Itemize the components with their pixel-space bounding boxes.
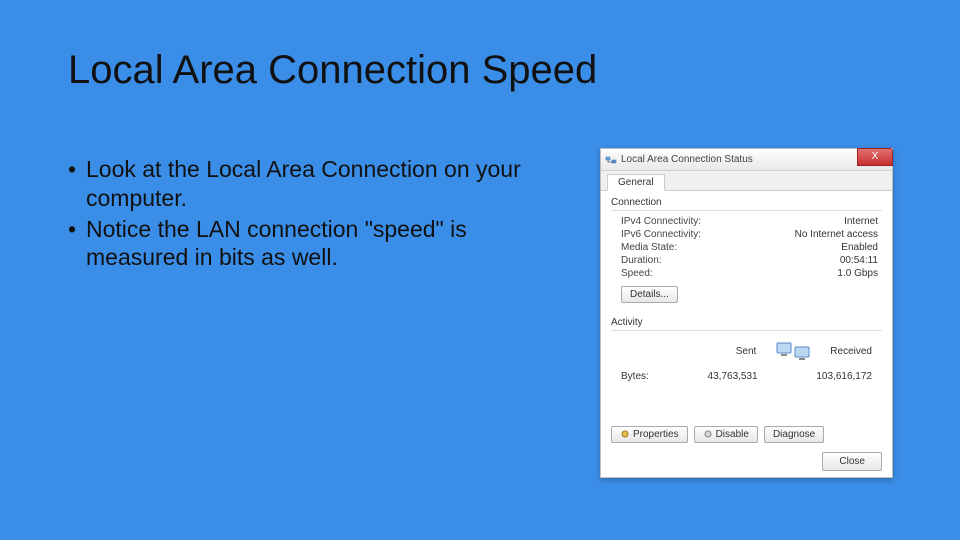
details-button[interactable]: Details... — [621, 286, 678, 303]
row-ipv6: IPv6 Connectivity: No Internet access — [611, 228, 882, 241]
row-speed: Speed: 1.0 Gbps — [611, 267, 882, 280]
ipv6-label: IPv6 Connectivity: — [621, 229, 701, 240]
sent-label: Sent — [736, 346, 757, 357]
divider — [611, 210, 882, 211]
close-button[interactable]: X — [857, 148, 893, 166]
bullet-item: Notice the LAN connection "speed" is mea… — [68, 215, 558, 273]
computers-icon — [774, 337, 812, 365]
slide-title: Local Area Connection Speed — [68, 48, 597, 93]
tab-row: General — [601, 171, 892, 191]
diagnose-button[interactable]: Diagnose — [764, 426, 824, 443]
connection-status-dialog: Local Area Connection Status X General C… — [600, 148, 893, 478]
tab-general[interactable]: General — [607, 174, 665, 191]
disable-button[interactable]: Disable — [694, 426, 758, 443]
close-dialog-button[interactable]: Close — [822, 452, 882, 471]
disable-icon — [703, 429, 713, 439]
duration-value: 00:54:11 — [840, 255, 878, 266]
ipv4-value: Internet — [844, 216, 878, 227]
media-label: Media State: — [621, 242, 677, 253]
ipv6-value: No Internet access — [795, 229, 878, 240]
action-buttons-row: Properties Disable Diagnose — [611, 426, 824, 443]
bytes-label: Bytes: — [621, 371, 649, 382]
section-activity-label: Activity — [611, 317, 882, 328]
dialog-panel: Connection IPv4 Connectivity: Internet I… — [601, 191, 892, 477]
bytes-sent: 43,763,531 — [708, 371, 758, 382]
speed-label: Speed: — [621, 268, 653, 279]
activity-header-row: Sent Received — [611, 335, 882, 365]
received-label: Received — [830, 346, 872, 357]
bytes-row: Bytes: 43,763,531 103,616,172 — [611, 365, 882, 382]
section-connection-label: Connection — [611, 197, 882, 208]
close-row: Close — [822, 452, 882, 471]
media-value: Enabled — [841, 242, 878, 253]
section-activity: Activity Sent Received Bytes: 43,763,531… — [611, 317, 882, 382]
dialog-title: Local Area Connection Status — [621, 154, 753, 165]
dialog-titlebar: Local Area Connection Status X — [601, 149, 892, 171]
bullet-item: Look at the Local Area Connection on you… — [68, 155, 558, 213]
speed-value: 1.0 Gbps — [837, 268, 878, 279]
ipv4-label: IPv4 Connectivity: — [621, 216, 701, 227]
bytes-received: 103,616,172 — [816, 371, 872, 382]
row-ipv4: IPv4 Connectivity: Internet — [611, 215, 882, 228]
bullet-list: Look at the Local Area Connection on you… — [68, 155, 558, 274]
duration-label: Duration: — [621, 255, 662, 266]
properties-button[interactable]: Properties — [611, 426, 688, 443]
network-icon — [605, 154, 617, 166]
row-duration: Duration: 00:54:11 — [611, 254, 882, 267]
row-media: Media State: Enabled — [611, 241, 882, 254]
gear-icon — [620, 429, 630, 439]
divider — [611, 330, 882, 331]
